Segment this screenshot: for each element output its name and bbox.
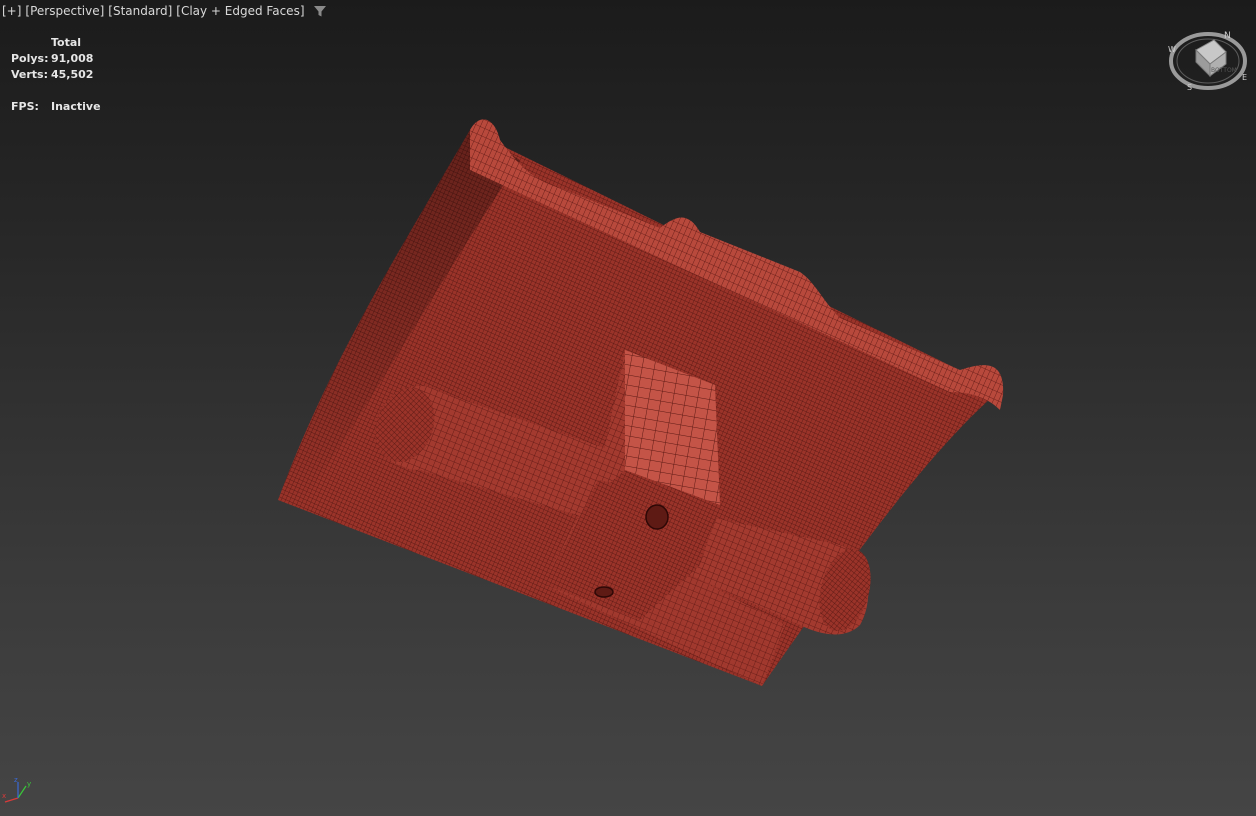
- axis-y-label: y: [27, 780, 31, 788]
- model-render[interactable]: [0, 0, 1256, 816]
- axis-z-label: z: [14, 776, 18, 784]
- axis-x-label: x: [2, 792, 6, 800]
- axis-tripod: x y z: [2, 776, 42, 806]
- model-hole-lower: [594, 586, 614, 598]
- model-hole-upper: [645, 504, 669, 530]
